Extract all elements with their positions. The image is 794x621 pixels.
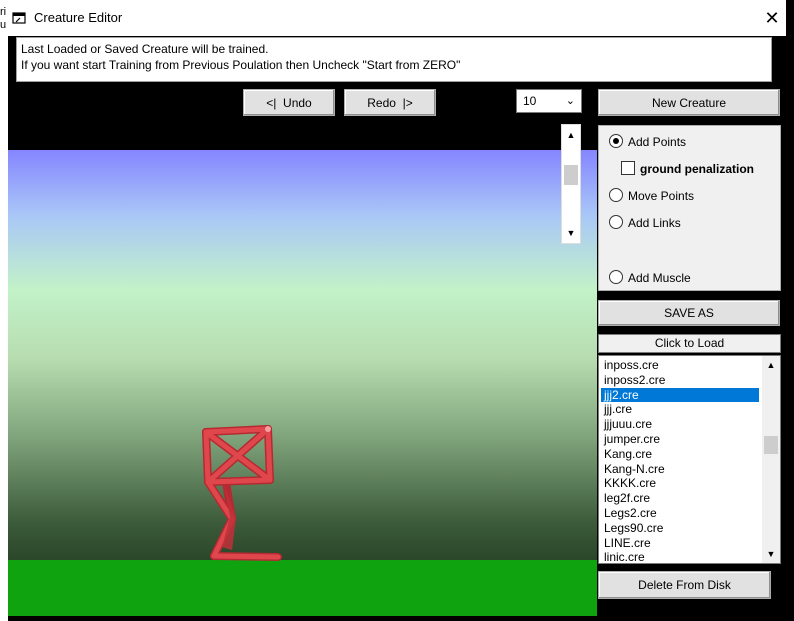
file-list-item[interactable]: Kang.cre (601, 447, 759, 462)
file-list-scrollbar[interactable]: ▲ ▼ (762, 356, 780, 563)
editor-canvas[interactable] (8, 150, 597, 616)
file-list-item[interactable]: KKKK.cre (601, 476, 759, 491)
info-line-2: If you want start Training from Previous… (21, 58, 461, 72)
crosshair-cursor-icon (773, 572, 789, 588)
add-points-option[interactable]: Add Points (609, 134, 686, 150)
creature-file-list[interactable]: inposs.cre inposs2.cre jjj2.cre jjj.cre jjju… (598, 355, 781, 564)
add-points-label: Add Points (628, 135, 687, 149)
file-list-item[interactable]: Legs90.cre (601, 521, 759, 536)
app-icon (12, 12, 26, 24)
file-list-item[interactable]: jumper.cre (601, 432, 759, 447)
add-links-option[interactable]: Add Links (609, 215, 681, 231)
file-list-item[interactable]: linic.cre (601, 550, 759, 563)
scroll-thumb[interactable] (564, 165, 578, 185)
file-list-item[interactable]: Kang-N.cre (601, 462, 759, 477)
ground (8, 560, 597, 616)
undo-button[interactable]: <| Undo (243, 89, 335, 116)
click-to-load-label: Click to Load (598, 334, 781, 353)
add-muscle-label: Add Muscle (628, 271, 691, 285)
info-textbox[interactable]: Last Loaded or Saved Creature will be tr… (16, 37, 772, 82)
redo-button[interactable]: Redo |> (344, 89, 436, 116)
file-list-item[interactable]: jjjuuu.cre (601, 417, 759, 432)
ground-penalization-label: ground penalization (640, 162, 754, 176)
window-title: Creature Editor (34, 10, 123, 25)
move-points-option[interactable]: Move Points (609, 188, 694, 204)
radio-icon[interactable] (609, 270, 623, 284)
title-bar[interactable]: Creature Editor ✕ (8, 0, 786, 36)
background-window-text: ri u (0, 6, 7, 31)
file-items: inposs.cre inposs2.cre jjj2.cre jjj.cre jjju… (601, 358, 759, 563)
generations-value: 10 (523, 94, 537, 108)
background-window-edge (786, 0, 794, 621)
ground-penalization-option[interactable]: ground penalization (621, 161, 754, 177)
radio-selected-icon[interactable] (609, 134, 623, 148)
tools-panel: Add Points ground penalization Move Poin… (598, 125, 781, 291)
scroll-up-icon[interactable]: ▲ (762, 357, 780, 373)
scroll-up-icon[interactable]: ▲ (562, 127, 580, 143)
radio-icon[interactable] (609, 215, 623, 229)
generations-scrollbar[interactable]: ▲ ▼ (561, 124, 581, 244)
file-list-item[interactable]: Legs2.cre (601, 506, 759, 521)
checkbox-icon[interactable] (621, 161, 635, 175)
add-links-label: Add Links (628, 216, 681, 230)
move-points-label: Move Points (628, 189, 695, 203)
close-button[interactable]: ✕ (760, 6, 784, 30)
generations-dropdown[interactable]: 10 ⌄ (516, 89, 582, 113)
creature-editor-window: Creature Editor ✕ Last Loaded or Saved C… (8, 0, 789, 621)
file-list-item[interactable]: jjj.cre (601, 402, 759, 417)
file-list-item[interactable]: LINE.cre (601, 536, 759, 551)
file-list-item[interactable]: inposs.cre (601, 358, 759, 373)
add-muscle-option[interactable]: Add Muscle (609, 270, 691, 286)
file-list-item[interactable]: leg2f.cre (601, 491, 759, 506)
creature-drawing (202, 425, 282, 561)
radio-icon[interactable] (609, 188, 623, 202)
scroll-thumb[interactable] (764, 436, 778, 454)
background-window-strip (0, 0, 8, 621)
save-as-button[interactable]: SAVE AS (598, 300, 780, 326)
new-creature-button[interactable]: New Creature (598, 89, 780, 116)
info-line-1: Last Loaded or Saved Creature will be tr… (21, 42, 269, 56)
scroll-down-icon[interactable]: ▼ (562, 225, 580, 241)
file-list-item[interactable]: jjj2.cre (601, 387, 759, 403)
scroll-down-icon[interactable]: ▼ (762, 546, 780, 562)
file-list-item[interactable]: inposs2.cre (601, 373, 759, 388)
delete-from-disk-button[interactable]: Delete From Disk (598, 571, 771, 599)
chevron-down-icon: ⌄ (565, 95, 575, 107)
